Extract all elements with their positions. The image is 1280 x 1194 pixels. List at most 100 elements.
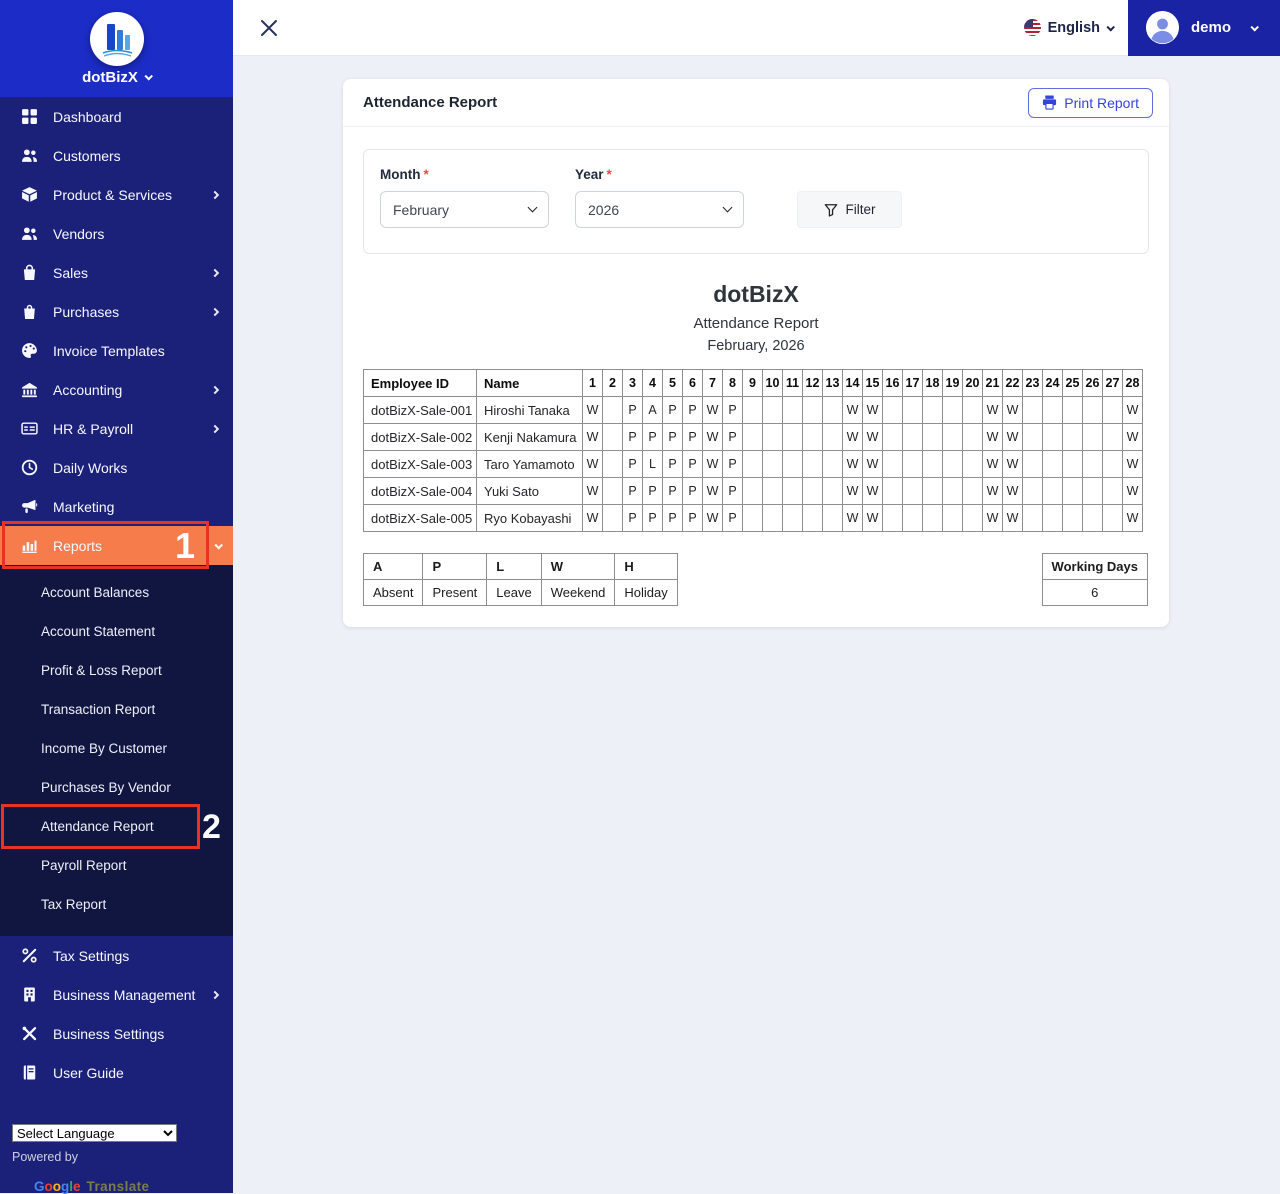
language-select[interactable]: Select Language <box>12 1124 177 1142</box>
sidebar-item-reports[interactable]: Reports 1 <box>0 521 233 569</box>
day-header: 14 <box>842 369 863 397</box>
sidebar-item-invoice-templates[interactable]: Invoice Templates <box>0 331 233 370</box>
day-cell: W <box>702 423 723 451</box>
day-cell: P <box>682 423 703 451</box>
day-cell: P <box>722 423 743 451</box>
legend-code: L <box>486 553 542 580</box>
day-cell <box>922 450 943 478</box>
sidebar-item-customers[interactable]: Customers <box>0 136 233 175</box>
report-title: Attendance Report <box>693 315 819 332</box>
day-cell: W <box>702 477 723 505</box>
brand-header[interactable]: dotBizX <box>0 0 233 97</box>
day-cell: P <box>642 423 663 451</box>
day-cell: W <box>702 504 723 532</box>
sidebar-item-daily-works[interactable]: Daily Works <box>0 448 233 487</box>
day-header: 11 <box>782 369 803 397</box>
sidebar-item-marketing[interactable]: Marketing <box>0 487 233 526</box>
day-header: 16 <box>882 369 903 397</box>
employee-id-cell: dotBizX-Sale-003 <box>363 450 477 478</box>
day-cell <box>822 450 843 478</box>
sidebar-item-sales[interactable]: Sales <box>0 253 233 292</box>
sidebar-item-user-guide[interactable]: User Guide <box>0 1053 233 1092</box>
megaphone-icon <box>20 498 38 516</box>
sidebar-item-label: Vendors <box>53 225 105 242</box>
day-cell: W <box>1122 396 1143 424</box>
day-cell: W <box>982 450 1003 478</box>
sidebar-item-purchases[interactable]: Purchases <box>0 292 233 331</box>
submenu-item-income-by-customer[interactable]: Income By Customer <box>0 729 233 768</box>
day-cell <box>942 504 963 532</box>
day-cell: W <box>862 396 883 424</box>
print-report-button[interactable]: Print Report <box>1028 87 1153 118</box>
language-menu[interactable]: English <box>1023 19 1115 36</box>
brand-switcher[interactable]: dotBizX <box>82 69 153 86</box>
report-company-name: dotBizX <box>713 281 799 307</box>
language-label: English <box>1047 19 1100 36</box>
day-cell <box>1102 396 1123 424</box>
submenu-item-attendance-report[interactable]: Attendance Report 2 <box>0 804 233 849</box>
day-header: 26 <box>1082 369 1103 397</box>
day-cell: W <box>702 450 723 478</box>
day-header: 2 <box>602 369 623 397</box>
submenu-item-purchases-by-vendor[interactable]: Purchases By Vendor <box>0 768 233 807</box>
sidebar-item-label: User Guide <box>53 1064 124 1081</box>
submenu-item-payroll-report[interactable]: Payroll Report <box>0 846 233 885</box>
day-cell <box>1102 504 1123 532</box>
day-cell: W <box>862 477 883 505</box>
day-cell <box>742 450 763 478</box>
day-cell <box>822 423 843 451</box>
year-select[interactable]: 2026 <box>575 191 744 228</box>
submenu-item-transaction-report[interactable]: Transaction Report <box>0 690 233 729</box>
day-cell <box>602 423 623 451</box>
submenu-item-account-balances[interactable]: Account Balances <box>0 573 233 612</box>
day-cell <box>822 504 843 532</box>
day-cell: W <box>982 504 1003 532</box>
print-report-label: Print Report <box>1064 94 1139 111</box>
submenu-item-profit-and-loss-report[interactable]: Profit & Loss Report <box>0 651 233 690</box>
day-cell <box>882 450 903 478</box>
day-cell: P <box>662 450 683 478</box>
day-cell <box>602 504 623 532</box>
sidebar-item-business-management[interactable]: Business Management <box>0 975 233 1014</box>
close-icon[interactable] <box>259 18 279 38</box>
user-menu[interactable]: demo <box>1128 0 1280 56</box>
sidebar-item-label: Business Management <box>53 986 196 1003</box>
sidebar-item-hr-and-payroll[interactable]: HR & Payroll <box>0 409 233 448</box>
day-cell: W <box>1002 504 1023 532</box>
us-flag-icon <box>1023 19 1041 36</box>
day-cell: P <box>662 504 683 532</box>
submenu-item-label: Account Statement <box>41 624 156 639</box>
day-header: 3 <box>622 369 643 397</box>
day-cell: W <box>842 477 863 505</box>
building-icon <box>20 986 38 1004</box>
working-days-value: 6 <box>1041 579 1149 606</box>
sidebar-item-label: Invoice Templates <box>53 342 165 359</box>
day-cell <box>1022 504 1043 532</box>
filter-button[interactable]: Filter <box>797 191 902 228</box>
day-cell: W <box>842 504 863 532</box>
day-cell <box>1042 504 1063 532</box>
sidebar-item-product-and-services[interactable]: Product & Services <box>0 175 233 214</box>
google-translate-logo[interactable]: Google Translate <box>34 1179 233 1194</box>
attendance-row: dotBizX-Sale-002 Kenji Nakamura W P P P P W P W W W… <box>363 423 1143 451</box>
sidebar-item-accounting[interactable]: Accounting <box>0 370 233 409</box>
column-header: Employee ID <box>363 369 477 397</box>
sidebar-item-dashboard[interactable]: Dashboard <box>0 97 233 136</box>
sidebar-item-business-settings[interactable]: Business Settings <box>0 1014 233 1053</box>
legend-meaning: Leave <box>486 579 542 606</box>
day-cell: W <box>862 423 883 451</box>
purchase-bag-icon <box>20 303 38 321</box>
day-cell <box>942 477 963 505</box>
day-cell: P <box>682 477 703 505</box>
sidebar-item-tax-settings[interactable]: Tax Settings <box>0 936 233 975</box>
day-header: 15 <box>862 369 883 397</box>
submenu-item-tax-report[interactable]: Tax Report <box>0 885 233 924</box>
chevron-down-icon <box>144 72 153 81</box>
day-cell <box>1082 396 1103 424</box>
submenu-item-account-statement[interactable]: Account Statement <box>0 612 233 651</box>
employee-id-cell: dotBizX-Sale-004 <box>363 477 477 505</box>
day-cell <box>1062 396 1083 424</box>
day-cell <box>1022 450 1043 478</box>
month-select[interactable]: February <box>380 191 549 228</box>
sidebar-item-vendors[interactable]: Vendors <box>0 214 233 253</box>
